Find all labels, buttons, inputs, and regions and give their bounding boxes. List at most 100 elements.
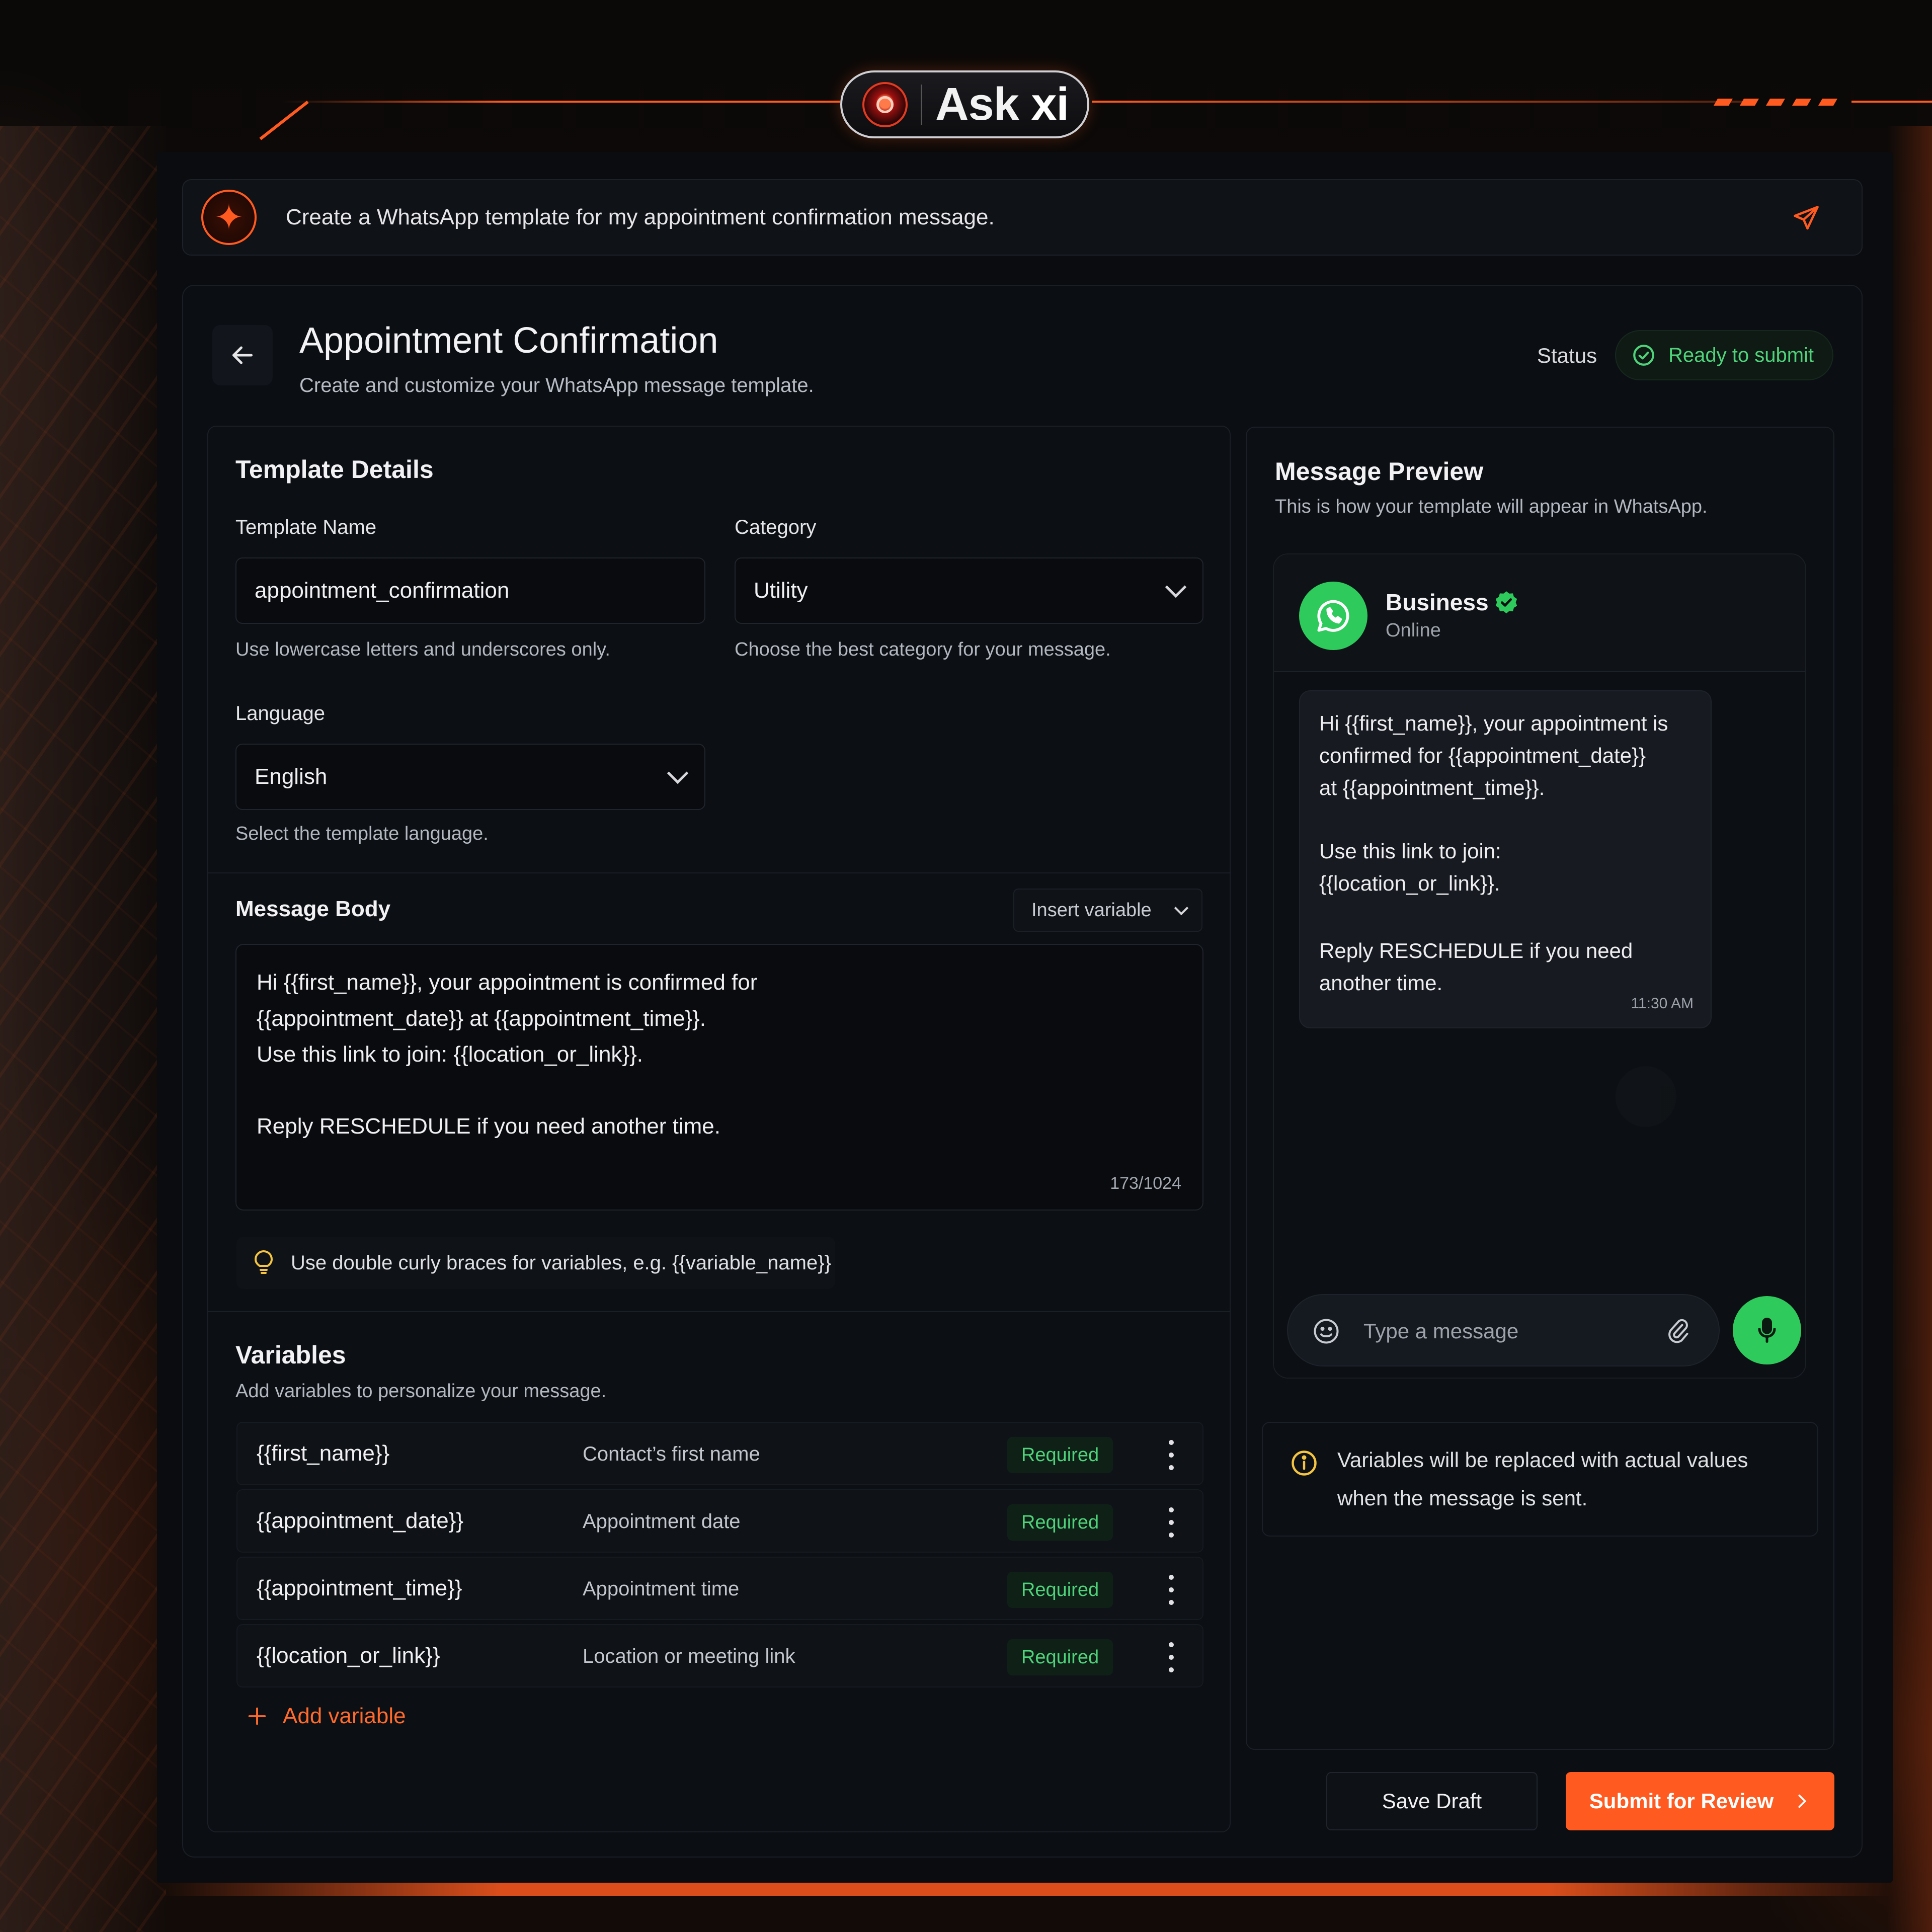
variable-row[interactable]: {{first_name}} Contact’s first name Requ…: [236, 1422, 1203, 1485]
chevron-down-icon: [1174, 901, 1189, 916]
decor-dashes: [1713, 99, 1838, 106]
bubble-line: Reply RESCHEDULE if you need: [1319, 939, 1633, 962]
more-options-icon[interactable]: [1168, 1440, 1174, 1470]
template-name-label: Template Name: [235, 516, 377, 538]
lightbulb-icon: [255, 1250, 273, 1274]
save-draft-button[interactable]: Save Draft: [1326, 1772, 1538, 1830]
contact-name: Business: [1386, 589, 1489, 615]
required-badge: Required: [1007, 1639, 1113, 1675]
variable-name: {{appointment_date}}: [257, 1508, 464, 1533]
message-body-textarea[interactable]: Hi {{first_name}}, your appointment is c…: [235, 944, 1203, 1211]
compose-input[interactable]: Type a message: [1287, 1294, 1720, 1366]
decor-bottom-glow: [157, 1883, 1893, 1896]
variable-name: {{appointment_time}}: [257, 1576, 462, 1600]
send-icon[interactable]: [1791, 203, 1821, 233]
brand-name-suffix: xi: [1031, 78, 1069, 130]
category-select[interactable]: Utility: [735, 557, 1203, 624]
brand-name-main: Ask: [935, 78, 1019, 130]
bubble-line: Hi {{first_name}}, your appointment is: [1319, 711, 1668, 735]
language-value: English: [255, 764, 328, 789]
message-body-line: Hi {{first_name}}, your appointment is c…: [257, 970, 758, 995]
variable-name: {{first_name}}: [257, 1441, 390, 1466]
required-badge: Required: [1007, 1437, 1113, 1473]
microphone-icon: [1758, 1318, 1776, 1343]
variables-heading: Variables: [235, 1341, 346, 1369]
template-name-input[interactable]: appointment_confirmation: [235, 557, 705, 624]
paperclip-icon[interactable]: [1663, 1315, 1694, 1347]
plus-icon: [248, 1707, 266, 1725]
chevron-right-icon: [1798, 1794, 1806, 1808]
status-badge: Ready to submit: [1615, 330, 1833, 380]
info-icon: [1292, 1451, 1317, 1476]
message-preview-subtitle: This is how your template will appear in…: [1275, 496, 1708, 517]
page-subtitle: Create and customize your WhatsApp messa…: [299, 374, 814, 396]
category-label: Category: [735, 516, 817, 538]
whatsapp-preview: Business Online Hi {{first_name}}, your …: [1273, 553, 1806, 1379]
emoji-icon[interactable]: [1311, 1316, 1341, 1346]
message-time: 11:30 AM: [1631, 995, 1694, 1012]
chevron-down-icon: [1165, 576, 1187, 598]
compose-placeholder: Type a message: [1363, 1319, 1519, 1343]
arrow-left-icon: [232, 346, 253, 364]
bubble-line: {{location_or_link}}.: [1319, 871, 1500, 895]
message-bubble: Hi {{first_name}}, your appointment is c…: [1299, 690, 1712, 1028]
message-preview-heading: Message Preview: [1275, 457, 1484, 486]
template-details-heading: Template Details: [235, 455, 434, 484]
prompt-bar[interactable]: ✦ Create a WhatsApp template for my appo…: [182, 179, 1863, 256]
contact-status: Online: [1386, 620, 1441, 641]
more-options-icon[interactable]: [1168, 1575, 1174, 1605]
message-body-line: {{appointment_date}} at {{appointment_ti…: [257, 1006, 706, 1031]
background-rock-left: [0, 126, 166, 1932]
more-options-icon[interactable]: [1168, 1507, 1174, 1538]
decor-line-left: [282, 101, 840, 103]
brand-separator: [921, 84, 922, 125]
back-button[interactable]: [212, 325, 273, 385]
bubble-line: another time.: [1319, 971, 1443, 995]
page-title: Appointment Confirmation: [299, 320, 718, 361]
language-select[interactable]: English: [235, 744, 705, 810]
message-body-heading: Message Body: [235, 897, 391, 921]
section-divider: [208, 872, 1230, 873]
variable-tip: Use double curly braces for variables, e…: [236, 1237, 835, 1289]
brand-badge: Ask xi: [840, 70, 1089, 138]
section-divider: [208, 1311, 1230, 1312]
message-body-line: Use this link to join: {{location_or_lin…: [257, 1042, 643, 1067]
variables-info-box: Variables will be replaced with actual v…: [1262, 1422, 1818, 1537]
variable-row[interactable]: {{appointment_time}} Appointment time Re…: [236, 1557, 1203, 1620]
variable-name: {{location_or_link}}: [257, 1643, 440, 1668]
template-name-help: Use lowercase letters and underscores on…: [235, 639, 610, 660]
chevron-down-icon: [667, 762, 689, 784]
microphone-button[interactable]: [1733, 1296, 1801, 1364]
variable-description: Appointment time: [583, 1578, 740, 1600]
template-name-value: appointment_confirmation: [255, 578, 510, 603]
check-circle-icon: [1633, 345, 1654, 366]
add-variable-label: Add variable: [283, 1704, 406, 1728]
status-value: Ready to submit: [1668, 344, 1814, 366]
insert-variable-label: Insert variable: [1031, 899, 1152, 921]
variable-row[interactable]: {{location_or_link}} Location or meeting…: [236, 1624, 1203, 1687]
language-label: Language: [235, 702, 325, 725]
status-label: Status: [1537, 344, 1597, 367]
variable-row[interactable]: {{appointment_date}} Appointment date Re…: [236, 1489, 1203, 1553]
decor-line-right: [1092, 101, 1746, 103]
variable-tip-text: Use double curly braces for variables, e…: [291, 1251, 831, 1274]
prompt-text: Create a WhatsApp template for my appoin…: [286, 205, 995, 229]
message-body-line: Reply RESCHEDULE if you need another tim…: [257, 1114, 720, 1139]
required-badge: Required: [1007, 1504, 1113, 1541]
variable-description: Appointment date: [583, 1510, 741, 1533]
language-help: Select the template language.: [235, 823, 489, 844]
submit-for-review-button[interactable]: Submit for Review: [1566, 1772, 1834, 1830]
variables-subtitle: Add variables to personalize your messag…: [235, 1381, 607, 1402]
info-text-line: when the message is sent.: [1337, 1486, 1588, 1510]
decor-slant-line: [259, 101, 309, 140]
bubble-line: Use this link to join:: [1319, 839, 1501, 863]
add-variable-button[interactable]: Add variable: [246, 1704, 406, 1729]
background-rock-right: [1887, 126, 1932, 1932]
variable-description: Location or meeting link: [583, 1645, 795, 1667]
whatsapp-icon: [1299, 582, 1367, 650]
insert-variable-dropdown[interactable]: Insert variable: [1013, 889, 1202, 932]
bubble-line: at {{appointment_time}}.: [1319, 776, 1545, 799]
chat-header: Business Online: [1274, 554, 1805, 672]
variable-description: Contact’s first name: [583, 1443, 760, 1465]
more-options-icon[interactable]: [1168, 1642, 1174, 1672]
